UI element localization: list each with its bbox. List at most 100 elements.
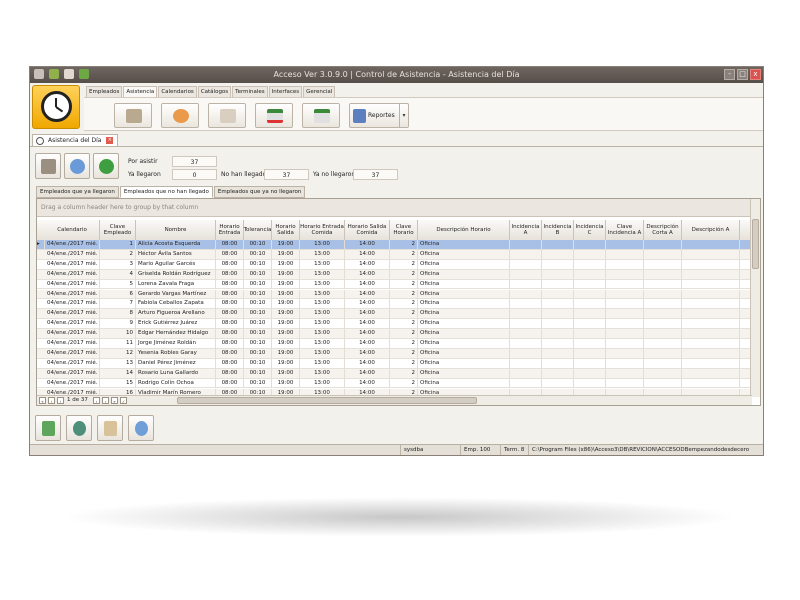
table-cell bbox=[574, 289, 606, 300]
table-row[interactable]: 04/ene./2017 mié. 10 Edgar Hernández Hidal… bbox=[37, 329, 751, 339]
column-header[interactable]: Horario Entrada Comida bbox=[300, 220, 345, 240]
column-header[interactable]: Descripción Horario bbox=[418, 220, 510, 240]
table-row[interactable]: ▸ 04/ene./2017 mié. 1 Alicia Acosta Esquerd… bbox=[37, 240, 751, 250]
close-tab-icon[interactable]: × bbox=[106, 137, 114, 144]
column-header[interactable]: Tolerancia bbox=[244, 220, 272, 240]
column-header[interactable]: Nombre bbox=[136, 220, 216, 240]
table-row[interactable]: 04/ene./2017 mié. 7 Fabiola Ceballos Zapat… bbox=[37, 299, 751, 310]
column-header[interactable]: Descripción A bbox=[682, 220, 740, 240]
column-header[interactable]: Descripción Corta A bbox=[644, 220, 682, 240]
first-record-icon[interactable]: « bbox=[39, 397, 46, 404]
table-row[interactable]: 04/ene./2017 mié. 3 Mario Aguilar Garcés 08… bbox=[37, 259, 751, 270]
table-cell: 19:00 bbox=[272, 339, 300, 349]
column-header[interactable]: Incidencia C bbox=[574, 220, 606, 240]
calendar-red-button[interactable] bbox=[255, 103, 293, 128]
minimize-button[interactable]: - bbox=[724, 69, 735, 80]
table-cell: 8 bbox=[100, 309, 136, 320]
table-cell: 00:10 bbox=[244, 269, 272, 280]
calendar-edit-button[interactable] bbox=[302, 103, 340, 128]
table-cell bbox=[542, 309, 574, 320]
table-cell: Griselda Roldán Rodríguez bbox=[136, 269, 216, 280]
table-cell: 19:00 bbox=[272, 368, 300, 379]
table-row[interactable]: 04/ene./2017 mié. 4 Griselda Roldán Rodríg… bbox=[37, 269, 751, 280]
table-cell: 13:00 bbox=[300, 289, 345, 300]
table-cell bbox=[542, 348, 574, 359]
table-cell bbox=[606, 299, 644, 310]
table-cell: 19:00 bbox=[272, 299, 300, 310]
prev-record-icon[interactable]: ‹ bbox=[57, 397, 64, 404]
column-header[interactable]: Incidencia B bbox=[542, 220, 574, 240]
table-cell bbox=[542, 240, 574, 250]
table-cell bbox=[510, 339, 542, 349]
edit-report-button[interactable] bbox=[97, 415, 123, 441]
column-header[interactable]: Clave Horario bbox=[390, 220, 418, 240]
sync-button[interactable] bbox=[128, 415, 154, 441]
subtab-no-han-llegado[interactable]: Empleados que no han llegado bbox=[119, 186, 213, 198]
vertical-scrollbar[interactable] bbox=[750, 199, 760, 397]
subtab-ya-no-llegaron[interactable]: Empleados que ya no llegaron bbox=[213, 186, 306, 198]
table-cell bbox=[542, 329, 574, 339]
column-header[interactable]: Horario Entrada bbox=[216, 220, 244, 240]
last-record-icon[interactable]: » bbox=[111, 397, 118, 404]
refresh-button[interactable] bbox=[93, 153, 119, 179]
table-cell: 00:10 bbox=[244, 339, 272, 349]
table-row[interactable]: 04/ene./2017 mié. 5 Lorena Zavala Fraga 08:… bbox=[37, 279, 751, 290]
table-cell bbox=[644, 269, 682, 280]
table-row[interactable]: 04/ene./2017 mié. 14 Rosario Luna Gallardo… bbox=[37, 368, 751, 379]
next-record-icon[interactable]: › bbox=[93, 397, 100, 404]
table-cell: 19:00 bbox=[272, 289, 300, 300]
table-row[interactable]: 04/ene./2017 mié. 15 Rodrigo Colín Ochoa 08… bbox=[37, 378, 751, 389]
horizontal-scrollbar[interactable] bbox=[157, 395, 752, 405]
column-header[interactable]: Calendario bbox=[45, 220, 100, 240]
chevron-down-icon[interactable]: ▾ bbox=[399, 104, 408, 127]
column-header[interactable]: Horario Salida bbox=[272, 220, 300, 240]
edit-incidence-button[interactable] bbox=[208, 103, 246, 128]
employee-button[interactable] bbox=[64, 153, 90, 179]
close-button[interactable]: x bbox=[750, 69, 761, 80]
table-cell: 2 bbox=[390, 319, 418, 330]
table-cell: 08:00 bbox=[216, 289, 244, 300]
no-han-llegado-value: 37 bbox=[264, 169, 309, 180]
table-row[interactable]: 04/ene./2017 mié. 13 Daniel Pérez Jiménez 0… bbox=[37, 358, 751, 369]
table-row[interactable]: 04/ene./2017 mié. 2 Héctor Ávila Santos 08:… bbox=[37, 249, 751, 260]
group-by-bar[interactable]: Drag a column header here to group by th… bbox=[37, 199, 760, 217]
table-cell: 11 bbox=[100, 339, 136, 349]
save-record-icon[interactable]: ✓ bbox=[120, 397, 127, 404]
next-page-icon[interactable]: › bbox=[102, 397, 109, 404]
table-cell: 08:00 bbox=[216, 309, 244, 320]
table-cell bbox=[574, 259, 606, 270]
no-han-llegado-label: No han llegado bbox=[221, 171, 267, 178]
subtab-ya-llegaron[interactable]: Empleados que ya llegaron bbox=[36, 186, 119, 198]
grid-header: Calendario Clave Empleado Nombre Horario En… bbox=[37, 220, 751, 240]
table-cell: 19:00 bbox=[272, 279, 300, 290]
column-header[interactable]: Incidencia A bbox=[510, 220, 542, 240]
reportes-button[interactable]: Reportes ▾ bbox=[349, 103, 409, 128]
table-cell: 14:00 bbox=[345, 329, 390, 339]
column-header[interactable]: Clave Empleado bbox=[100, 220, 136, 240]
horizontal-scroll-thumb[interactable] bbox=[177, 397, 477, 404]
print-button[interactable] bbox=[66, 415, 92, 441]
table-cell: Arturo Figueroa Arellano bbox=[136, 309, 216, 320]
table-cell bbox=[644, 339, 682, 349]
table-cell: 08:00 bbox=[216, 368, 244, 379]
maximize-button[interactable]: □ bbox=[737, 69, 748, 80]
prev-page-icon[interactable]: ‹ bbox=[48, 397, 55, 404]
column-header[interactable]: Horario Salida Comida bbox=[345, 220, 390, 240]
export-excel-button[interactable] bbox=[35, 415, 61, 441]
table-row[interactable]: 04/ene./2017 mié. 12 Yesenia Robles Garay 0… bbox=[37, 348, 751, 359]
time-clock-button[interactable] bbox=[35, 153, 61, 179]
column-header[interactable]: Clave Incidencia A bbox=[606, 220, 644, 240]
table-cell: 04/ene./2017 mié. bbox=[45, 319, 100, 330]
table-cell: 00:10 bbox=[244, 319, 272, 330]
attendance-day-button[interactable] bbox=[161, 103, 199, 128]
table-row[interactable]: 04/ene./2017 mié. 6 Gerardo Vargas Martíne… bbox=[37, 289, 751, 300]
vertical-scroll-thumb[interactable] bbox=[752, 219, 759, 269]
register-attendance-button[interactable] bbox=[114, 103, 152, 128]
table-cell: 14:00 bbox=[345, 339, 390, 349]
table-row[interactable]: 04/ene./2017 mié. 8 Arturo Figueroa Arella… bbox=[37, 309, 751, 320]
table-cell bbox=[510, 249, 542, 260]
table-row[interactable]: 04/ene./2017 mié. 11 Jorge Jiménez Roldán 0… bbox=[37, 339, 751, 349]
table-row[interactable]: 04/ene./2017 mié. 9 Erick Gutiérrez Juárez… bbox=[37, 319, 751, 330]
app-clock-button[interactable] bbox=[32, 85, 80, 129]
table-cell: 19:00 bbox=[272, 319, 300, 330]
